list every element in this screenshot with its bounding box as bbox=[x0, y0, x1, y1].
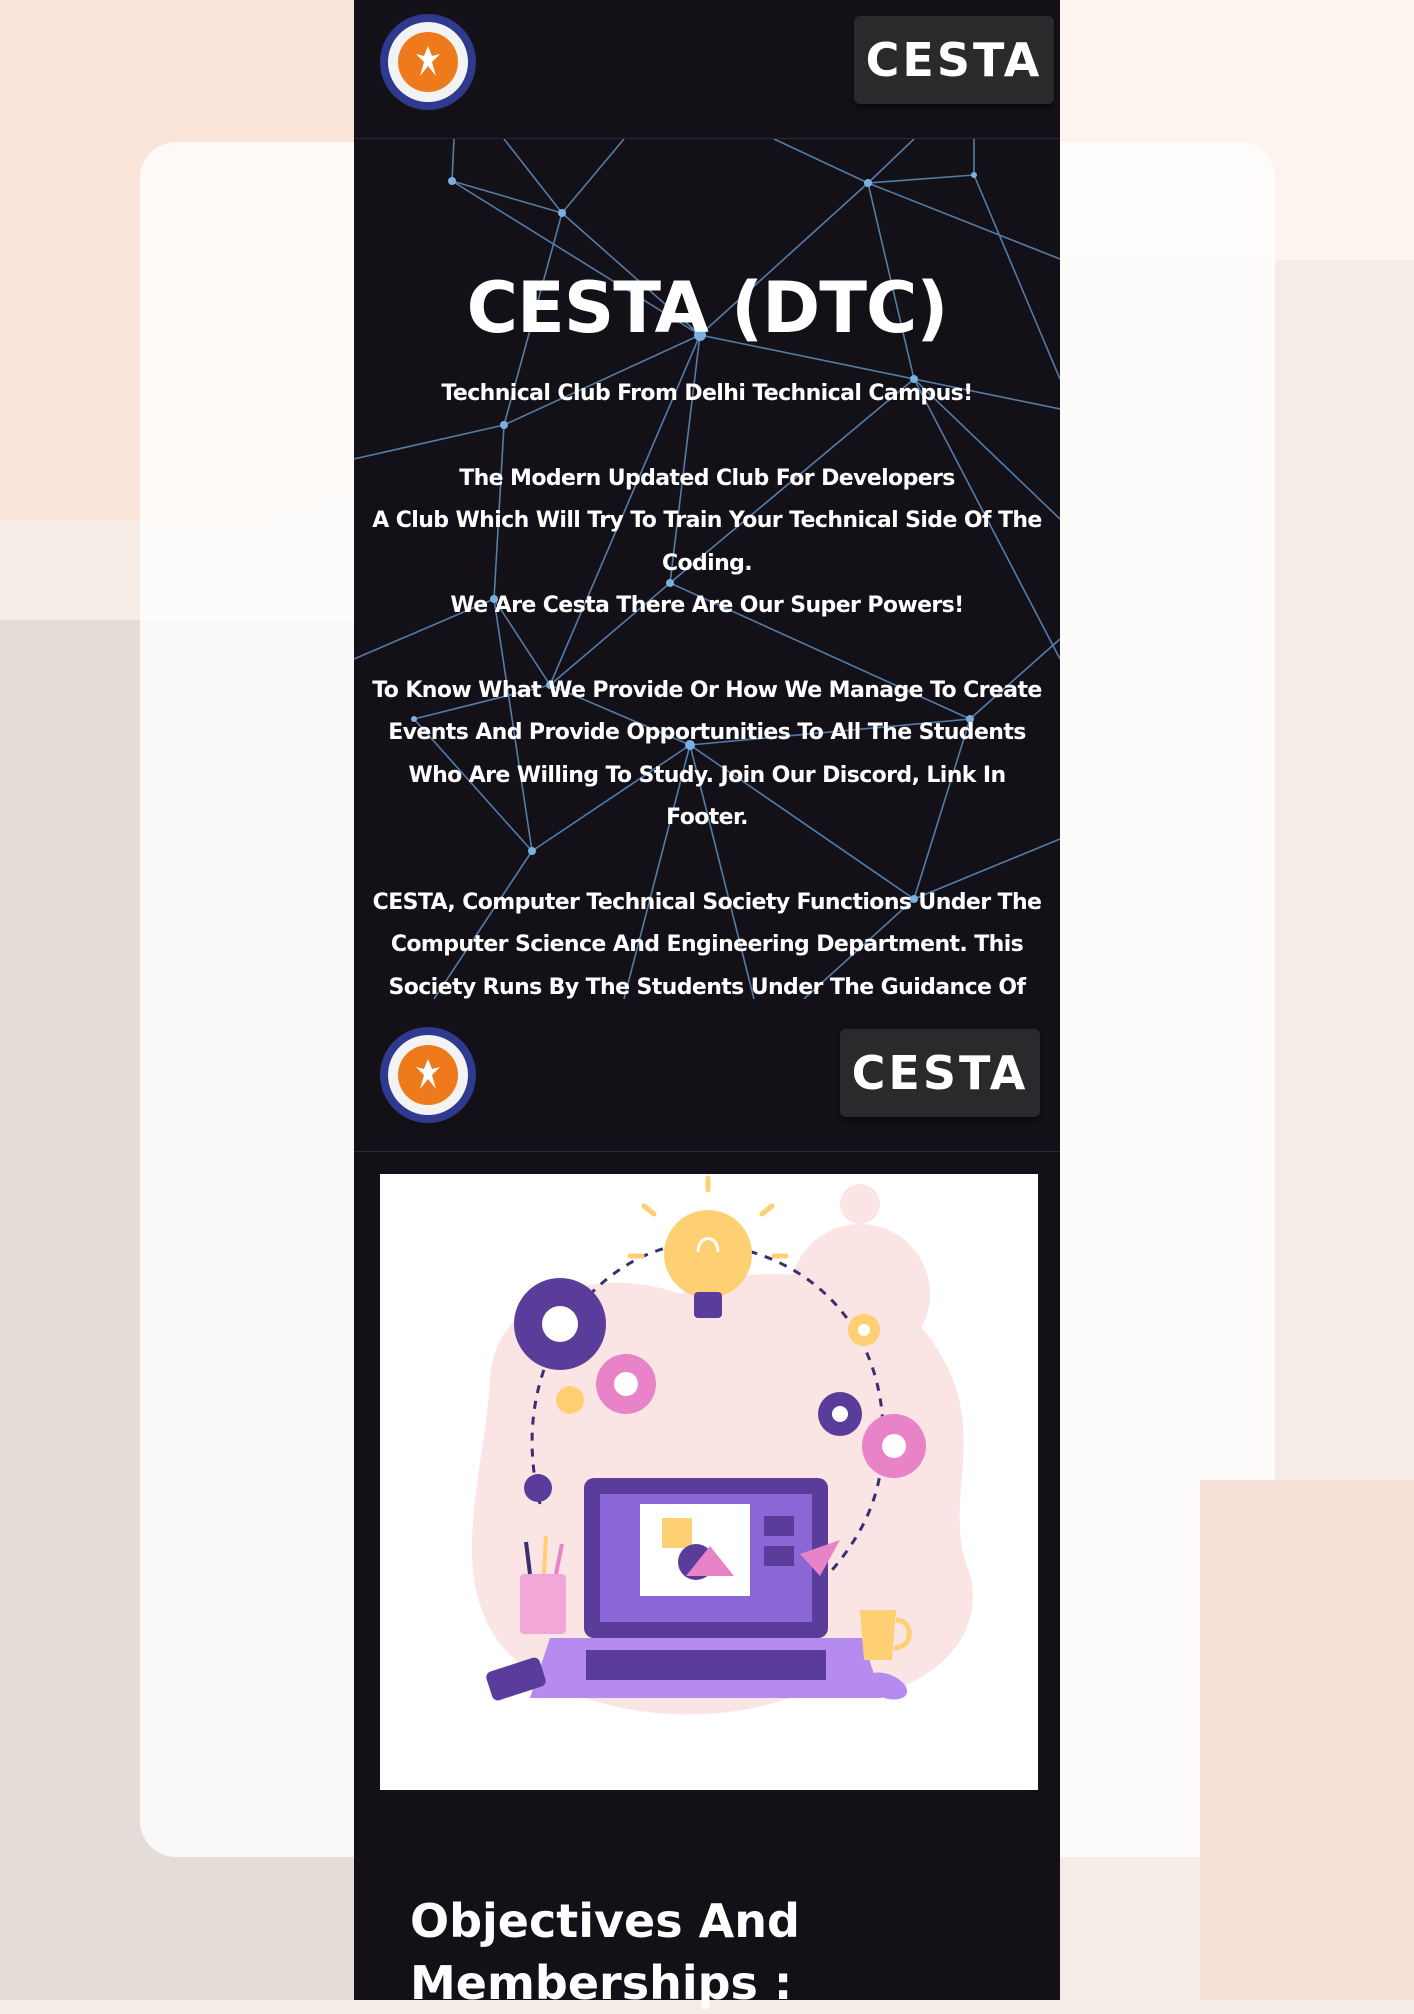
dtc-logo-ring bbox=[388, 1035, 468, 1115]
hero-line: We Are Cesta There Are Our Super Powers! bbox=[450, 593, 964, 618]
mobile-viewport: CESTA CESTA (DTC) Technical Club From De… bbox=[354, 0, 1060, 2010]
hero-title: CESTA (DTC) bbox=[466, 267, 949, 349]
hero-content: CESTA (DTC) Technical Club From Delhi Te… bbox=[354, 139, 1060, 999]
hero-section: CESTA (DTC) Technical Club From Delhi Te… bbox=[354, 139, 1060, 999]
dtc-logo[interactable] bbox=[380, 1027, 476, 1123]
site-header-sticky: CESTA bbox=[354, 999, 1060, 1152]
hero-line: A Club Which Will Try To Train Your Tech… bbox=[372, 508, 1042, 576]
illustration-card bbox=[380, 1174, 1038, 1790]
dtc-logo[interactable] bbox=[380, 14, 476, 110]
dtc-emblem-icon bbox=[398, 1045, 458, 1105]
cesta-logo[interactable]: CESTA bbox=[840, 1029, 1040, 1117]
dtc-logo-ring bbox=[388, 22, 468, 102]
cesta-logo-text: CESTA bbox=[865, 33, 1043, 87]
hero-paragraph: To Know What We Provide Or How We Manage… bbox=[372, 677, 1042, 831]
hero-line: The Modern Updated Club For Developers bbox=[459, 465, 955, 491]
laptop-lightbulb-gears-illustration bbox=[471, 1175, 973, 1715]
background-blob bbox=[1200, 1480, 1414, 2000]
hero-paragraph: CESTA, Computer Technical Society Functi… bbox=[372, 889, 1042, 1000]
hero-subtitle: Technical Club From Delhi Technical Camp… bbox=[441, 381, 973, 406]
cesta-logo[interactable]: CESTA bbox=[854, 16, 1054, 104]
cesta-logo-text: CESTA bbox=[851, 1046, 1029, 1100]
section-title: Objectives And Memberships : bbox=[410, 1894, 800, 2010]
site-header: CESTA bbox=[354, 0, 1060, 139]
dtc-emblem-icon bbox=[398, 32, 458, 92]
